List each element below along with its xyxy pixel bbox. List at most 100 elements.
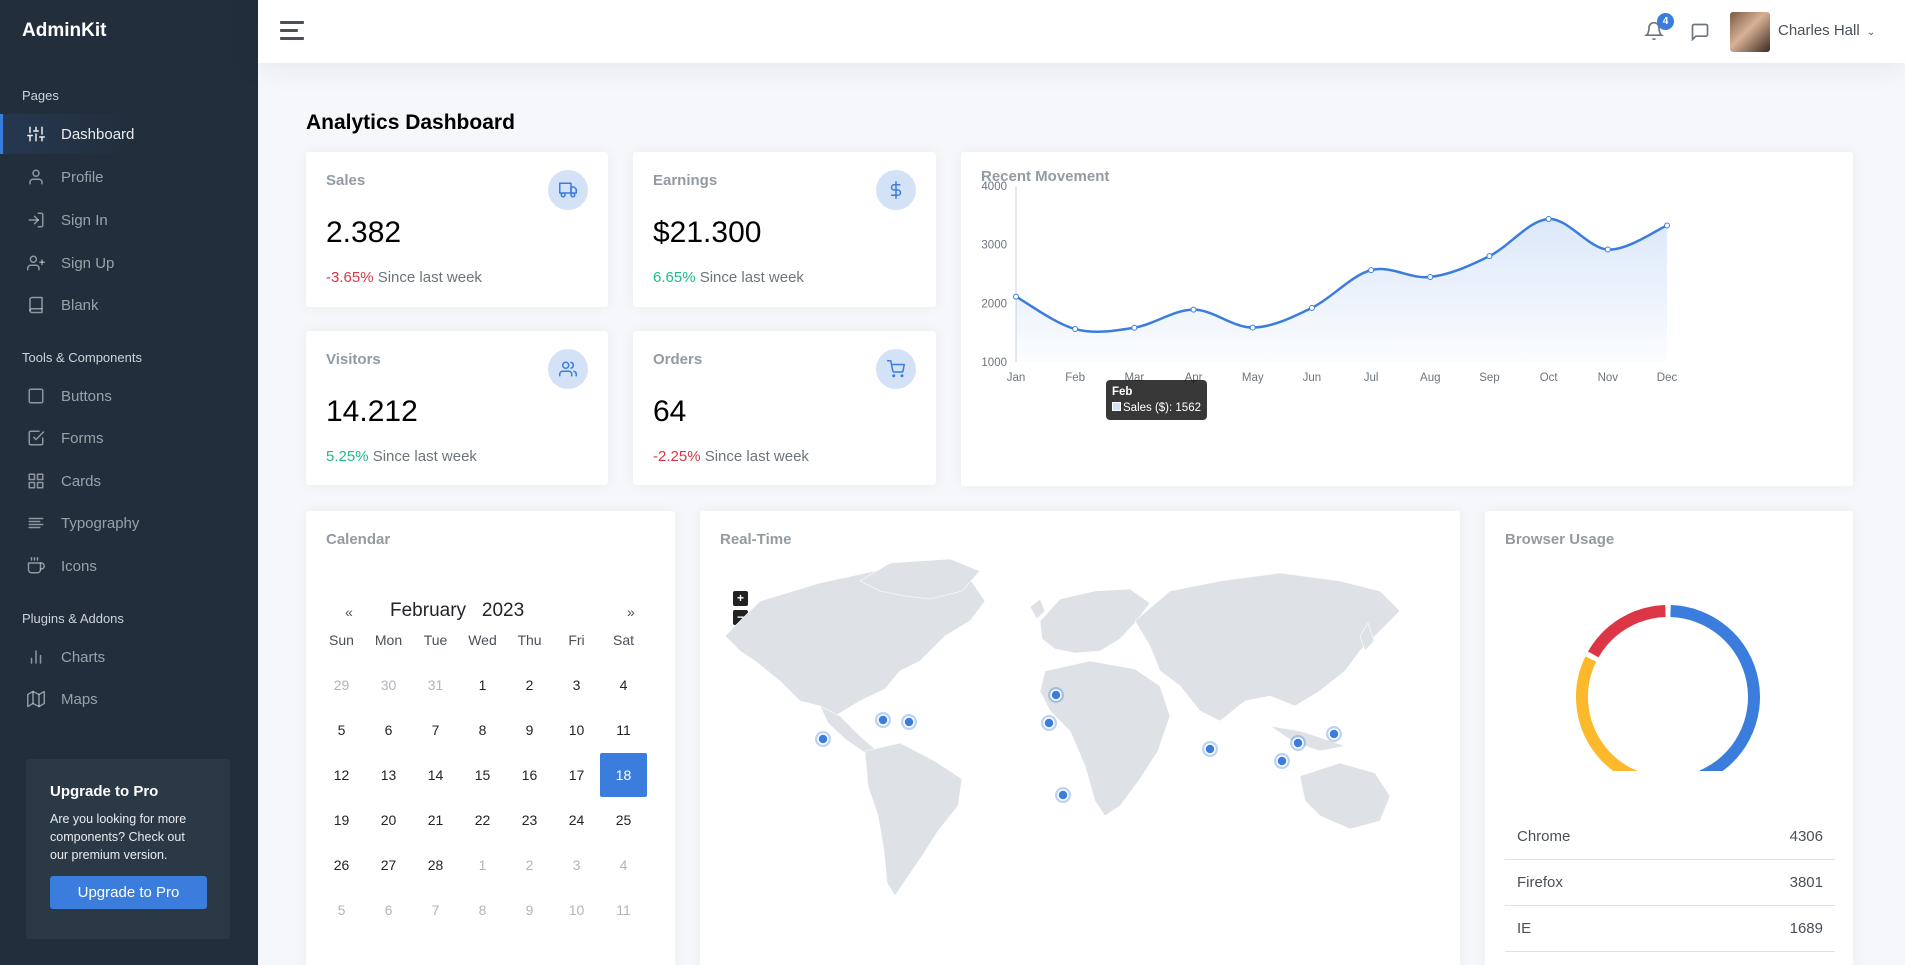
map-marker[interactable] (1292, 737, 1304, 749)
data-point[interactable] (1486, 253, 1493, 260)
calendar-day[interactable]: 20 (365, 798, 412, 842)
calendar-day[interactable]: 4 (600, 663, 647, 707)
donut-slice-firefox[interactable] (1576, 656, 1697, 771)
calendar-day[interactable]: 12 (318, 753, 365, 797)
calendar-day[interactable]: 31 (412, 663, 459, 707)
data-point[interactable] (1368, 267, 1375, 274)
calendar-day[interactable]: 24 (553, 798, 600, 842)
data-point[interactable] (1072, 326, 1079, 333)
calendar-day[interactable]: 30 (365, 663, 412, 707)
calendar-day[interactable]: 9 (506, 888, 553, 932)
sidebar-item-sign-up[interactable]: Sign Up (0, 243, 258, 283)
calendar-day[interactable]: 16 (506, 753, 553, 797)
donut-slice-chrome[interactable] (1670, 605, 1760, 771)
calendar-day[interactable]: 11 (600, 708, 647, 752)
calendar-day[interactable]: 6 (365, 708, 412, 752)
sidebar-item-buttons[interactable]: Buttons (0, 376, 258, 416)
calendar-day[interactable]: 19 (318, 798, 365, 842)
browser-row: Chrome 4306 (1505, 814, 1835, 860)
messages-button[interactable] (1690, 22, 1710, 47)
calendar-day[interactable]: 5 (318, 888, 365, 932)
sidebar-item-icons[interactable]: Icons (0, 546, 258, 586)
message-square-icon (1691, 23, 1709, 42)
calendar-day[interactable]: 9 (506, 708, 553, 752)
calendar-day[interactable]: 29 (318, 663, 365, 707)
data-point[interactable] (1308, 304, 1315, 311)
map-marker[interactable] (877, 714, 889, 726)
donut-slice-ie[interactable] (1588, 605, 1666, 658)
notifications-button[interactable]: 4 (1643, 13, 1674, 46)
calendar-day[interactable]: 10 (553, 888, 600, 932)
calendar-day[interactable]: 2 (506, 843, 553, 887)
shopping-cart-icon (876, 349, 916, 389)
calendar-day[interactable]: 14 (412, 753, 459, 797)
map-marker[interactable] (903, 716, 915, 728)
map-marker[interactable] (817, 733, 829, 745)
data-point[interactable] (1190, 306, 1197, 313)
avatar[interactable] (1730, 12, 1770, 52)
user-menu[interactable]: Charles Hall ⌄ (1778, 22, 1875, 39)
calendar-day[interactable]: 15 (459, 753, 506, 797)
y-tick-label: 3000 (981, 240, 1007, 252)
data-point[interactable] (1664, 222, 1670, 229)
data-point[interactable] (1427, 274, 1434, 281)
sidebar-item-typography[interactable]: Typography (0, 503, 258, 543)
calendar-day[interactable]: 13 (365, 753, 412, 797)
calendar-day[interactable]: 17 (553, 753, 600, 797)
map-marker[interactable] (1204, 743, 1216, 755)
calendar-day[interactable]: 25 (600, 798, 647, 842)
calendar-day[interactable]: 7 (412, 708, 459, 752)
data-point[interactable] (1249, 324, 1256, 331)
data-point[interactable] (1131, 324, 1138, 331)
map-marker[interactable] (1043, 717, 1055, 729)
world-map[interactable] (700, 511, 1460, 965)
calendar-day[interactable]: 3 (553, 843, 600, 887)
calendar-day[interactable]: 11 (600, 888, 647, 932)
recent-movement-chart[interactable]: 1000200030004000Jan Feb Mar Apr May Jun Jul Aug… (961, 152, 1853, 486)
calendar-day[interactable]: 1 (459, 843, 506, 887)
browser-usage-donut[interactable] (1485, 511, 1853, 771)
stat-change: 6.65% (653, 269, 696, 286)
data-point[interactable] (1013, 293, 1019, 300)
map-marker[interactable] (1328, 728, 1340, 740)
calendar-day[interactable]: 4 (600, 843, 647, 887)
sidebar-item-label: Dashboard (61, 125, 135, 143)
sidebar-item-maps[interactable]: Maps (0, 679, 258, 719)
map-icon (27, 690, 45, 708)
map-marker[interactable] (1057, 789, 1069, 801)
data-point[interactable] (1545, 215, 1552, 222)
calendar-day[interactable]: 21 (412, 798, 459, 842)
calendar-day[interactable]: 3 (553, 663, 600, 707)
sidebar-item-cards[interactable]: Cards (0, 461, 258, 501)
calendar-day[interactable]: 6 (365, 888, 412, 932)
calendar-day[interactable]: 7 (412, 888, 459, 932)
calendar-day[interactable]: 2 (506, 663, 553, 707)
calendar-day[interactable]: 1 (459, 663, 506, 707)
map-marker[interactable] (1050, 689, 1062, 701)
calendar-day-selected[interactable]: 18 (600, 753, 647, 797)
map-australia (1299, 762, 1391, 830)
brand-logo[interactable]: AdminKit (22, 20, 106, 42)
sidebar-item-charts[interactable]: Charts (0, 637, 258, 677)
sidebar-item-forms[interactable]: Forms (0, 418, 258, 458)
calendar-day[interactable]: 28 (412, 843, 459, 887)
hamburger-menu-icon[interactable] (280, 21, 304, 41)
calendar-day[interactable]: 22 (459, 798, 506, 842)
upgrade-button[interactable]: Upgrade to Pro (50, 876, 207, 909)
calendar-day[interactable]: 8 (459, 888, 506, 932)
calendar-day[interactable]: 5 (318, 708, 365, 752)
sidebar-item-sign-in[interactable]: Sign In (0, 200, 258, 240)
recent-movement-card: Recent Movement 1000 2000 3000 4000 Jan Feb Ma… (961, 152, 1853, 486)
sidebar-item-profile[interactable]: Profile (0, 157, 258, 197)
sidebar-item-dashboard[interactable]: Dashboard (0, 114, 258, 154)
sidebar-item-blank[interactable]: Blank (0, 285, 258, 325)
calendar-day[interactable]: 23 (506, 798, 553, 842)
calendar-day[interactable]: 10 (553, 708, 600, 752)
calendar-day[interactable]: 27 (365, 843, 412, 887)
calendar-day[interactable]: 26 (318, 843, 365, 887)
tooltip-swatch (1112, 402, 1121, 411)
calendar-day[interactable]: 8 (459, 708, 506, 752)
data-point[interactable] (1604, 246, 1611, 253)
cta-text: Are you looking for more components? Che… (50, 812, 187, 862)
map-marker[interactable] (1276, 755, 1288, 767)
